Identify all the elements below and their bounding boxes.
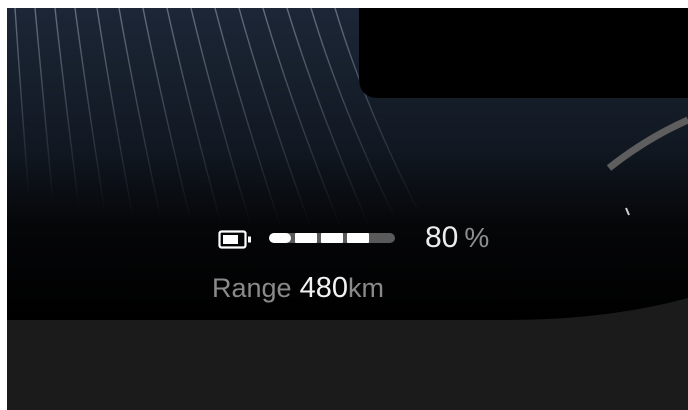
range-value: 480 [299,272,348,304]
battery-icon [218,230,251,249]
top-right-panel [359,8,688,98]
battery-bar-segment [347,233,369,243]
battery-bar-segment [269,233,291,243]
battery-percent: 80% [425,220,489,256]
battery-level-bar [269,233,395,243]
battery-percent-unit: % [464,222,490,253]
dashboard-background [7,8,688,320]
range-readout: Range 480km [212,270,384,306]
battery-percent-value: 80 [425,221,459,254]
battery-bar-segment [295,233,317,243]
range-label: Range [212,273,292,303]
battery-bar-segment [321,233,343,243]
dashboard-screen: 80% Range 480km [7,8,688,410]
range-unit: km [347,273,384,303]
